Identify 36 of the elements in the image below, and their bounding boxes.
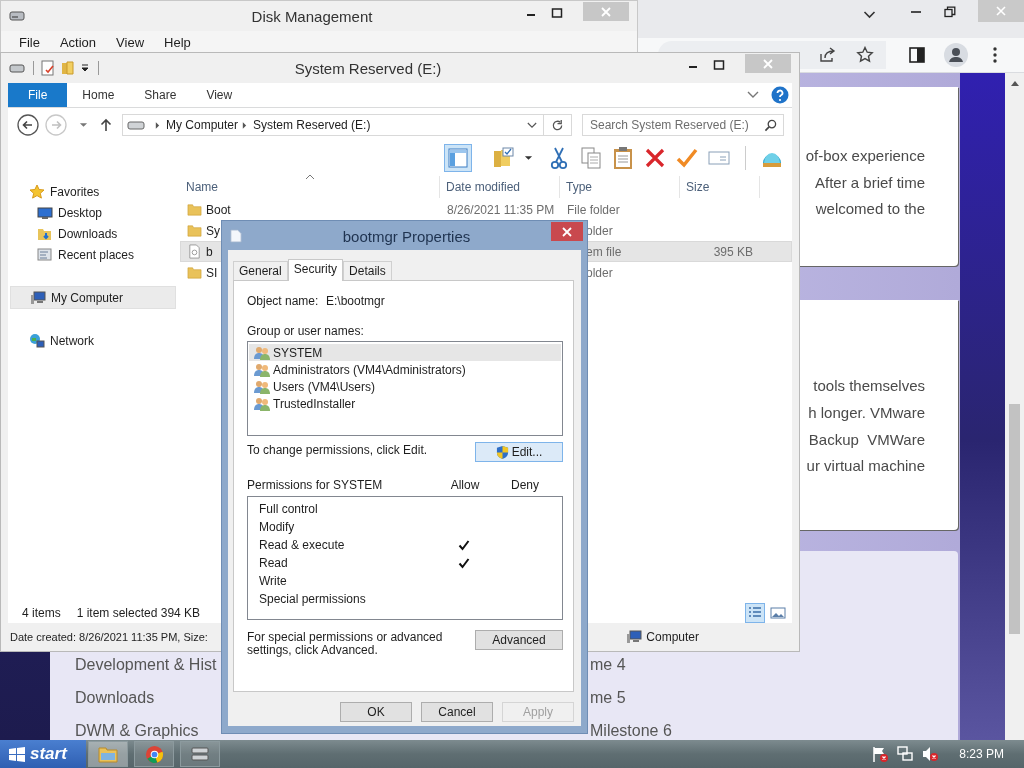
column-header: Allow xyxy=(449,478,481,492)
card-text-line: h longer. VMware xyxy=(808,402,925,423)
card-text-line: ur virtual machine xyxy=(806,456,925,477)
card-text-line: tools themselves xyxy=(813,376,925,397)
card-text-line: After a brief time xyxy=(814,172,925,193)
card-text-line: Backup VMWare xyxy=(808,429,925,450)
window-title: System Reserved (E:) xyxy=(293,60,443,77)
file-name: Boot xyxy=(206,202,231,217)
date-modified: 8/26/2021 11:35 PM xyxy=(447,202,555,217)
file-name: b xyxy=(206,244,213,259)
file-size: 395 KB xyxy=(713,244,753,259)
clock-time: 8:23 PM xyxy=(959,747,1004,761)
section-label: Group or user names: xyxy=(247,324,365,338)
permission-name: Full control xyxy=(258,502,319,516)
permission-name: Read & execute xyxy=(258,538,346,552)
object-name-label: Object name: xyxy=(247,294,320,308)
section-label: Permissions for SYSTEM xyxy=(247,478,384,492)
window-title: Disk Management xyxy=(250,8,374,25)
selection-info: 1 item selected 394 KB xyxy=(76,606,201,620)
object-name-value: E:\bootmgr xyxy=(326,294,385,308)
dialog-title: bootmgr Properties xyxy=(341,228,472,245)
file-name: Sy xyxy=(206,223,220,238)
column-header: Deny xyxy=(510,478,540,492)
permission-name: Special permissions xyxy=(258,592,367,606)
permission-name: Read xyxy=(258,556,289,570)
permission-name: Write xyxy=(258,574,288,588)
card-text-line: of-box experience xyxy=(805,146,925,166)
hint-text: To change permissions, click Edit. xyxy=(247,443,428,457)
item-count: 4 items xyxy=(22,606,61,620)
location-label: Computer xyxy=(646,630,699,644)
permission-name: Modify xyxy=(258,520,296,534)
details-text: Date created: 8/26/2021 11:35 PM, Size: xyxy=(10,631,208,643)
hint-text: For special permissions or advanced settings, click Advanced. xyxy=(247,631,444,657)
file-name: SI xyxy=(206,265,218,280)
file-type: File folder xyxy=(567,202,620,217)
card-text-line: welcomed to the xyxy=(815,199,925,220)
